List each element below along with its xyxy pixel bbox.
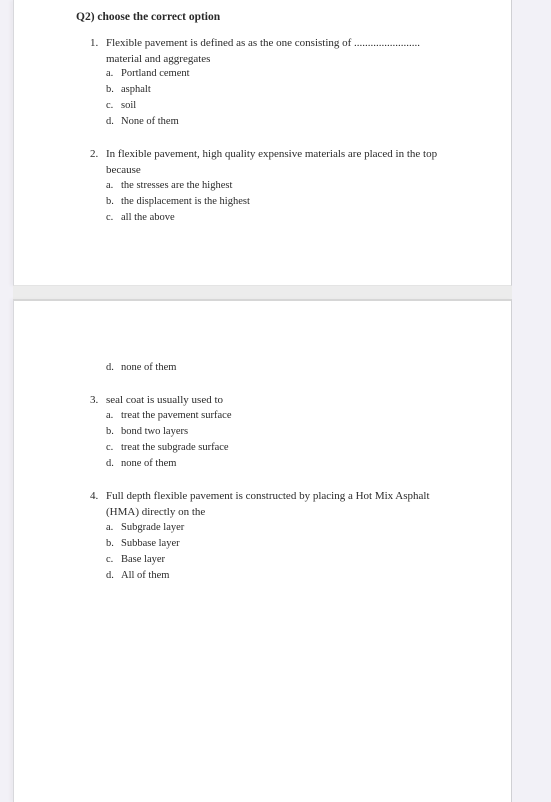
question-text-continued: because xyxy=(106,164,141,176)
question-text-continued: material and aggregates xyxy=(106,53,211,65)
option: a. Portland cement xyxy=(106,68,190,79)
option: d. All of them xyxy=(106,570,170,581)
question-text: Full depth flexible pavement is construc… xyxy=(106,490,430,502)
question-text: seal coat is usually used to xyxy=(106,394,224,406)
option: a. the stresses are the highest xyxy=(106,180,233,191)
section-heading: Q2) choose the correct option xyxy=(76,11,221,23)
option: c. Base layer xyxy=(106,554,166,565)
question-number: 3. xyxy=(90,394,99,406)
option: b. Subbase layer xyxy=(106,538,180,549)
question-number: 1. xyxy=(90,37,99,49)
option: a. treat the pavement surface xyxy=(106,410,232,421)
question-number: 4. xyxy=(90,490,99,502)
option: c. soil xyxy=(106,100,137,111)
option: b. asphalt xyxy=(106,84,151,95)
option: b. bond two layers xyxy=(106,426,189,437)
question-text-continued: (HMA) directly on the xyxy=(106,506,206,518)
option: d. none of them xyxy=(106,458,177,469)
question-text: Flexible pavement is defined as as the o… xyxy=(106,37,421,49)
question-number: 2. xyxy=(90,148,99,160)
question-text: In flexible pavement, high quality expen… xyxy=(106,148,438,160)
option: c. all the above xyxy=(106,212,175,223)
option: c. treat the subgrade surface xyxy=(106,442,229,453)
option: d. none of them xyxy=(106,362,177,373)
option: a. Subgrade layer xyxy=(106,522,185,533)
document-page-2 xyxy=(13,299,512,802)
option: d. None of them xyxy=(106,116,179,127)
option: b. the displacement is the highest xyxy=(106,196,250,207)
page-gap xyxy=(13,286,512,299)
